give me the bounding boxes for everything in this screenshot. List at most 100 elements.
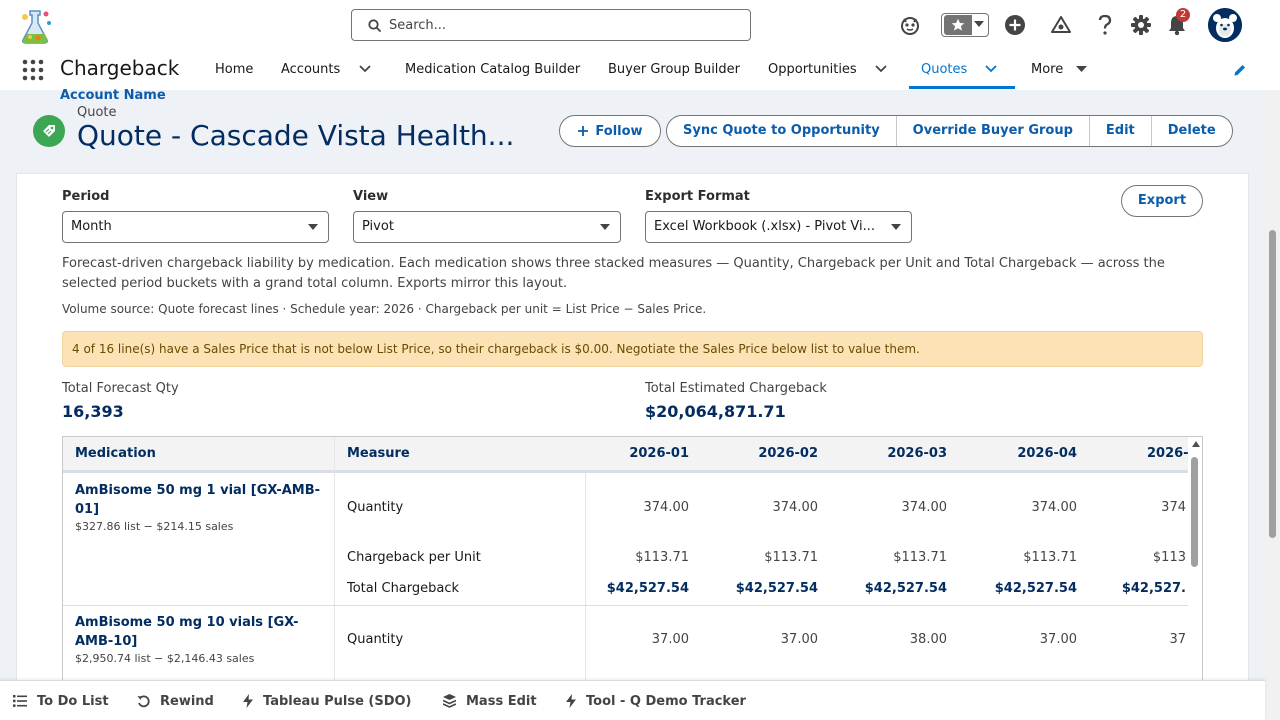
period-select-value: Month — [71, 219, 112, 234]
global-header: 2 — [0, 0, 1280, 50]
global-search-input[interactable] — [389, 10, 739, 40]
utility-item-q-demo-tracker[interactable]: Tool - Q Demo Tracker — [566, 681, 746, 720]
quantity-cell: 374.00 — [643, 500, 690, 515]
column-header-period[interactable]: 2026- — [1147, 437, 1189, 471]
favorites-caret-icon[interactable] — [974, 21, 984, 28]
nav-item-medication-catalog-builder[interactable]: Medication Catalog Builder — [405, 50, 580, 90]
column-header-period[interactable]: 2026-01 — [603, 437, 689, 471]
favorites-group[interactable] — [941, 13, 989, 37]
period-caret-down-icon — [308, 224, 318, 230]
pivot-description: Forecast-driven chargeback liability by … — [62, 256, 1165, 291]
quotes-chevron-down-icon[interactable] — [985, 65, 997, 73]
nav-item-quotes[interactable]: Quotes — [921, 50, 967, 90]
quantity-cell: 37.00 — [1039, 632, 1077, 647]
record-highlights-panel: Account Name Quote Quote - Cascade Vista… — [0, 89, 1265, 173]
utility-item-label: Rewind — [160, 693, 214, 709]
app-logo[interactable] — [16, 7, 56, 45]
utility-item-label: To Do List — [37, 693, 109, 709]
app-name: Chargeback — [60, 56, 180, 80]
agentforce-icon[interactable] — [898, 13, 922, 37]
delete-button[interactable]: Delete — [1150, 116, 1232, 146]
measure-label-per-unit: Chargeback per Unit — [347, 550, 481, 565]
stack-icon — [443, 694, 456, 708]
per-unit-cell: $113.71 — [635, 550, 689, 565]
column-header-period[interactable]: 2026-03 — [861, 437, 947, 471]
per-unit-cell: $113.71 — [764, 550, 818, 565]
measure-label-quantity: Quantity — [347, 632, 404, 647]
chargeback-pivot-card: Period Month View Pivot Export Format Ex… — [16, 173, 1249, 683]
page-vertical-scrollbar[interactable] — [1265, 90, 1280, 720]
accounts-chevron-down-icon[interactable] — [359, 65, 371, 73]
navigation-bar: Chargeback Home Accounts Medication Cata… — [0, 50, 1280, 90]
override-buyer-group-button[interactable]: Override Buyer Group — [895, 116, 1089, 146]
record-title: Quote - Cascade Vista Health... — [77, 119, 515, 152]
list-icon — [13, 695, 27, 707]
nav-item-buyer-group-builder[interactable]: Buyer Group Builder — [608, 50, 740, 90]
setup-gear-icon[interactable] — [1129, 13, 1153, 37]
sync-quote-button[interactable]: Sync Quote to Opportunity — [667, 116, 896, 146]
pivot-table: Medication Measure 2026-01 2026-02 2026-… — [62, 436, 1203, 682]
per-unit-cell: $113.71 — [1023, 550, 1077, 565]
utility-item-label: Mass Edit — [466, 693, 537, 709]
pivot-table-header: Medication Measure 2026-01 2026-02 2026-… — [63, 437, 1202, 473]
total-forecast-qty-value: 16,393 — [62, 402, 124, 421]
total-forecast-qty-label: Total Forecast Qty — [62, 381, 179, 396]
quantity-cell: 374.00 — [901, 500, 948, 515]
utility-item-mass-edit[interactable]: Mass Edit — [443, 681, 537, 720]
global-search-box[interactable] — [351, 9, 751, 41]
column-header-measure[interactable]: Measure — [347, 437, 410, 471]
follow-button[interactable]: Follow — [559, 115, 661, 147]
table-vertical-scrollbar[interactable] — [1188, 437, 1202, 682]
column-header-period[interactable]: 2026-02 — [732, 437, 818, 471]
per-unit-cell: $113 — [1152, 550, 1186, 565]
quantity-cell: 37.00 — [780, 632, 818, 647]
column-header-medication[interactable]: Medication — [75, 437, 156, 471]
edit-button[interactable]: Edit — [1088, 116, 1151, 146]
nav-item-more[interactable]: More — [1031, 50, 1063, 90]
export-format-label: Export Format — [645, 189, 750, 204]
more-caret-down-icon[interactable] — [1076, 66, 1087, 73]
trailhead-guidance-icon[interactable] — [1049, 13, 1073, 37]
column-divider — [334, 437, 335, 682]
medication-name[interactable]: AmBisome 50 mg 10 vials [GX-AMB-10] — [75, 613, 325, 651]
export-format-caret-down-icon — [891, 224, 901, 230]
user-avatar[interactable] — [1208, 8, 1242, 42]
edit-nav-pencil-icon[interactable] — [1233, 63, 1247, 77]
medication-price-note: $2,950.74 list − $2,146.43 sales — [75, 652, 255, 665]
page-scroll-thumb[interactable] — [1269, 230, 1276, 538]
table-scroll-thumb[interactable] — [1191, 457, 1198, 567]
utility-item-label: Tableau Pulse (SDO) — [263, 693, 412, 709]
scrolled-field-label: Account Name — [60, 89, 166, 99]
scroll-up-arrow-icon[interactable] — [1192, 441, 1200, 447]
measure-label-total: Total Chargeback — [347, 581, 460, 596]
record-actions-button-group: Sync Quote to Opportunity Override Buyer… — [666, 115, 1233, 147]
row-divider — [63, 605, 1202, 606]
period-select[interactable]: Month — [62, 211, 329, 243]
column-header-period[interactable]: 2026-04 — [991, 437, 1077, 471]
opportunities-chevron-down-icon[interactable] — [875, 65, 887, 73]
quantity-cell: 374.00 — [772, 500, 819, 515]
quantity-cell: 37 — [1169, 632, 1186, 647]
utility-item-to-do-list[interactable]: To Do List — [13, 681, 109, 720]
export-format-select[interactable]: Excel Workbook (.xlsx) - Pivot Vi... — [645, 211, 912, 243]
quantity-cell: 374.00 — [1031, 500, 1078, 515]
favorites-star-icon[interactable] — [944, 15, 972, 35]
view-select[interactable]: Pivot — [353, 211, 621, 243]
help-icon[interactable] — [1093, 13, 1117, 37]
notification-count-badge: 2 — [1176, 8, 1190, 22]
nav-item-accounts[interactable]: Accounts — [281, 50, 340, 90]
medication-price-note: $327.86 list − $214.15 sales — [75, 520, 234, 533]
nav-item-opportunities[interactable]: Opportunities — [768, 50, 857, 90]
quantity-cell: 374 — [1161, 500, 1186, 515]
medication-name[interactable]: AmBisome 50 mg 1 vial [GX-AMB-01] — [75, 481, 325, 519]
utility-bar: To Do List Rewind Tableau Pulse (SDO) Ma… — [0, 680, 1265, 720]
total-estimated-chargeback-label: Total Estimated Chargeback — [645, 381, 827, 396]
total-estimated-chargeback-value: $20,064,871.71 — [645, 402, 786, 421]
nav-item-home[interactable]: Home — [215, 50, 253, 90]
app-launcher-icon[interactable] — [22, 59, 44, 81]
utility-item-rewind[interactable]: Rewind — [137, 681, 214, 720]
utility-item-tableau-pulse[interactable]: Tableau Pulse (SDO) — [243, 681, 412, 720]
bolt-icon — [566, 694, 576, 708]
export-button[interactable]: Export — [1121, 185, 1203, 217]
global-actions-add-icon[interactable] — [1003, 13, 1027, 37]
